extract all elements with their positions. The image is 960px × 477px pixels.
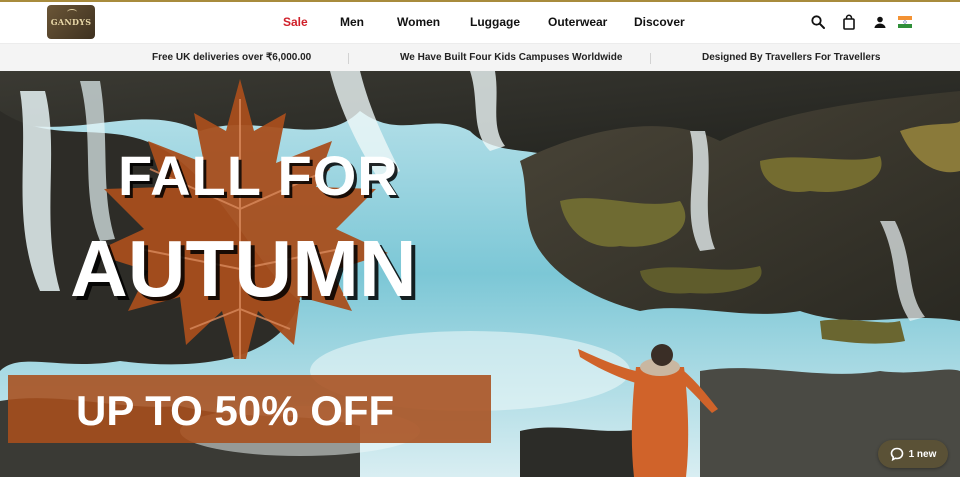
offer-banner[interactable]: UP TO 50% OFF bbox=[8, 375, 491, 443]
account-icon[interactable] bbox=[872, 14, 888, 30]
nav-item-women[interactable]: Women bbox=[397, 15, 440, 29]
nav-item-men[interactable]: Men bbox=[340, 15, 364, 29]
site-header: GANDYS Sale Men Women Luggage Outerwear … bbox=[0, 2, 960, 43]
india-flag-icon[interactable] bbox=[898, 16, 912, 28]
announcement-bar: Free UK deliveries over ₹6,000.00 We Hav… bbox=[0, 43, 960, 71]
nav-item-discover[interactable]: Discover bbox=[634, 15, 685, 29]
offer-text: UP TO 50% OFF bbox=[76, 387, 395, 434]
announcement-divider bbox=[650, 53, 651, 64]
chat-bubble-icon bbox=[890, 447, 903, 461]
nav-item-outerwear[interactable]: Outerwear bbox=[548, 15, 607, 29]
nav-item-luggage[interactable]: Luggage bbox=[470, 15, 520, 29]
hero-headline-line2: AUTUMN bbox=[70, 224, 417, 313]
announcement-design: Designed By Travellers For Travellers bbox=[702, 52, 881, 63]
announcement-divider bbox=[348, 53, 349, 64]
announcement-campuses: We Have Built Four Kids Campuses Worldwi… bbox=[400, 52, 623, 63]
chat-label: 1 new bbox=[908, 448, 937, 460]
announcement-delivery: Free UK deliveries over ₹6,000.00 bbox=[152, 52, 312, 63]
hero-headline-line1: FALL FOR bbox=[118, 144, 399, 207]
chat-button[interactable]: 1 new bbox=[878, 440, 948, 468]
nav-item-sale[interactable]: Sale bbox=[283, 15, 308, 29]
bag-icon[interactable] bbox=[841, 14, 857, 30]
search-icon[interactable] bbox=[810, 14, 826, 30]
hero-banner[interactable]: FALL FOR AUTUMN UP TO 50% OFF 1 new bbox=[0, 71, 960, 477]
